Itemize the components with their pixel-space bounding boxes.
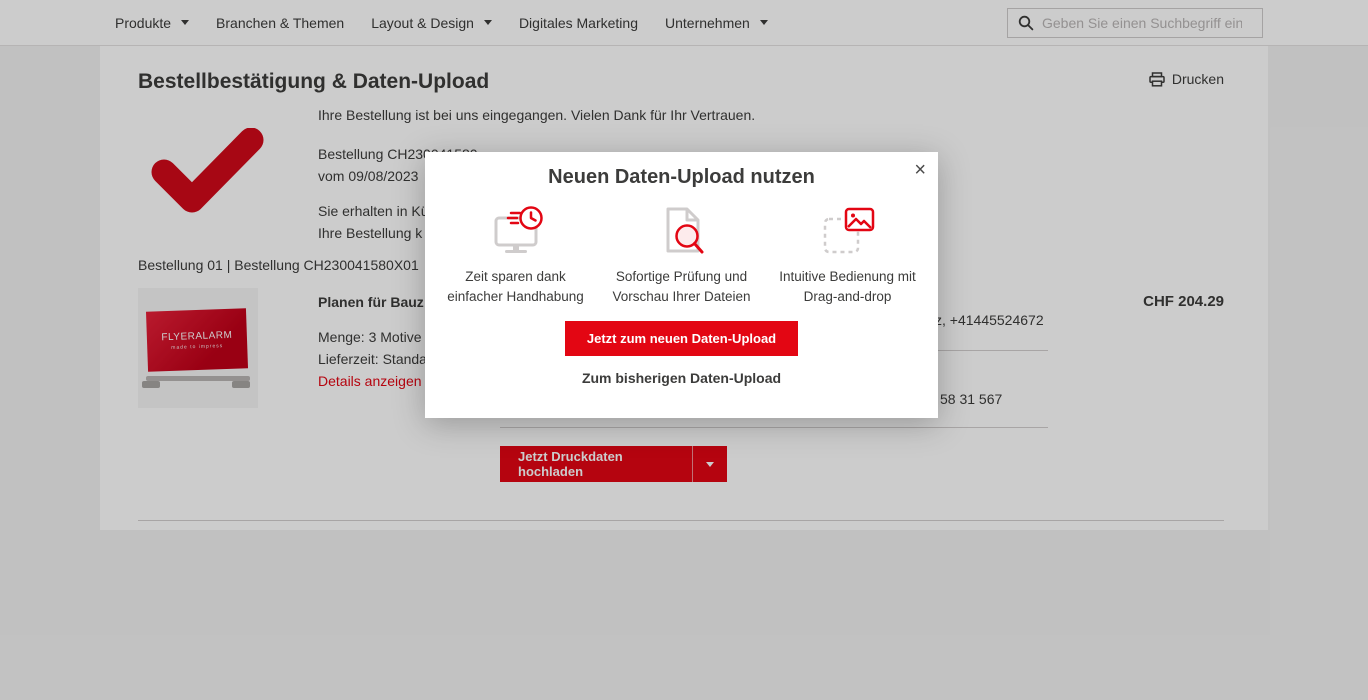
monitor-clock-icon <box>486 205 546 259</box>
drag-drop-image-icon <box>819 205 877 259</box>
feature-caption: Sofortige Prüfung und Vorschau Ihrer Dat… <box>612 267 750 307</box>
close-icon[interactable]: × <box>914 158 926 182</box>
modal-features: Zeit sparen dank einfacher Handhabung So… <box>425 203 938 307</box>
document-search-icon <box>654 205 710 259</box>
feature-caption: Intuitive Bedienung mit Drag-and-drop <box>779 267 916 307</box>
old-upload-link[interactable]: Zum bisherigen Daten-Upload <box>425 370 938 386</box>
feature-instant-check: Sofortige Prüfung und Vorschau Ihrer Dat… <box>599 203 765 307</box>
new-upload-modal: × Neuen Daten-Upload nutzen Zeit sparen … <box>425 152 938 418</box>
feature-caption: Zeit sparen dank einfacher Handhabung <box>447 267 584 307</box>
modal-title: Neuen Daten-Upload nutzen <box>425 166 938 189</box>
feature-drag-drop: Intuitive Bedienung mit Drag-and-drop <box>765 203 931 307</box>
new-upload-button[interactable]: Jetzt zum neuen Daten-Upload <box>565 321 798 356</box>
feature-time-saving: Zeit sparen dank einfacher Handhabung <box>433 203 599 307</box>
